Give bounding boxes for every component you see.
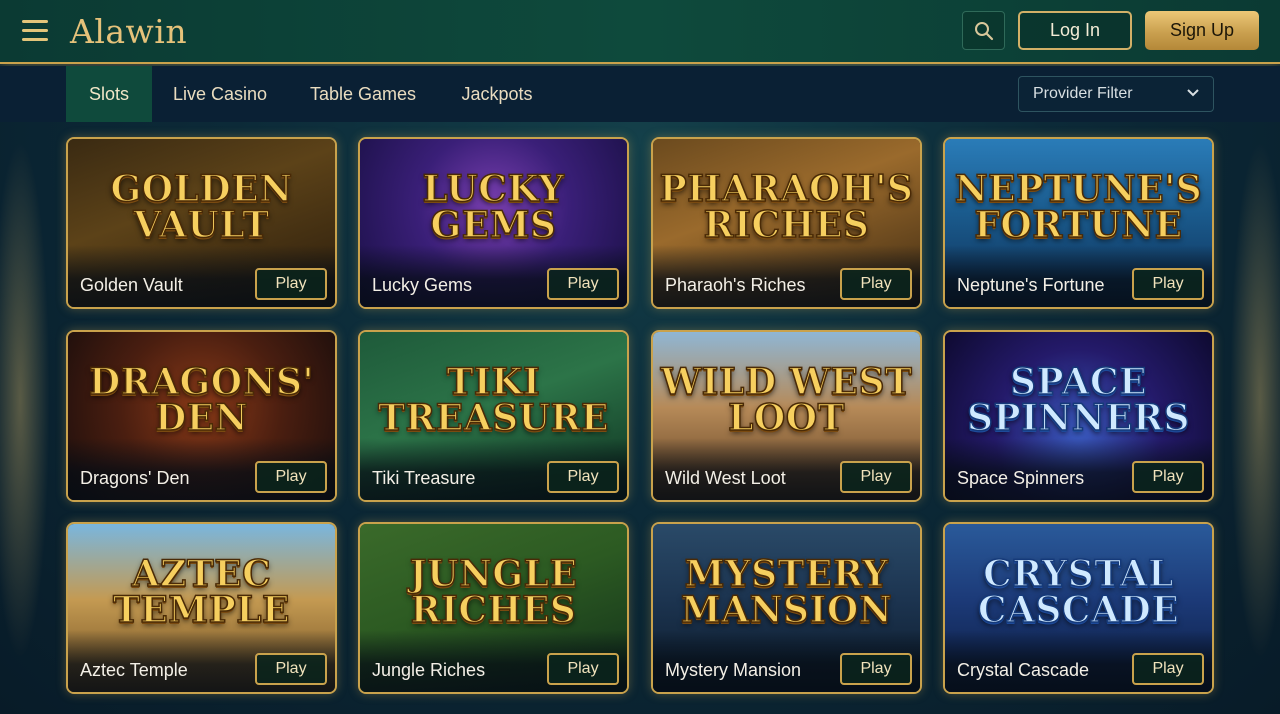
play-button[interactable]: Play	[255, 653, 327, 685]
game-art-title: LUCKY GEMS	[422, 168, 565, 246]
game-name: Dragons' Den	[80, 468, 190, 488]
game-name: Mystery Mansion	[665, 660, 802, 680]
game-art-title: CRYSTAL CASCADE	[977, 553, 1180, 631]
game-name: Wild West Loot	[665, 468, 786, 488]
play-button[interactable]: Play	[1132, 268, 1204, 300]
game-card[interactable]: JUNGLE RICHES Jungle Riches Play	[358, 522, 629, 694]
game-name: Tiki Treasure	[372, 468, 476, 488]
game-card[interactable]: NEPTUNE'S FORTUNE Neptune's Fortune Play	[943, 137, 1214, 309]
play-button[interactable]: Play	[547, 653, 619, 685]
game-name: Aztec Temple	[80, 660, 188, 680]
search-button[interactable]	[962, 11, 1005, 50]
game-art-title: WILD WEST LOOT	[660, 361, 913, 439]
site-logo[interactable]: Alawin	[70, 12, 187, 51]
game-art-title: GOLDEN VAULT	[110, 168, 293, 246]
play-button[interactable]: Play	[1132, 461, 1204, 493]
play-button[interactable]: Play	[840, 461, 912, 493]
game-name: Crystal Cascade	[957, 660, 1090, 680]
play-button[interactable]: Play	[255, 461, 327, 493]
game-card[interactable]: AZTEC TEMPLE Aztec Temple Play	[66, 522, 337, 694]
game-art-title: MYSTERY MANSION	[680, 553, 893, 631]
game-art-title: AZTEC TEMPLE	[112, 553, 290, 631]
login-button[interactable]: Log In	[1018, 11, 1132, 50]
tab-live-casino[interactable]: Live Casino	[160, 66, 280, 122]
game-card[interactable]: CRYSTAL CASCADE Crystal Cascade Play	[943, 522, 1214, 694]
game-name: Golden Vault	[80, 275, 183, 295]
provider-filter-dropdown[interactable]: Provider Filter	[1018, 76, 1214, 112]
chevron-down-icon	[1187, 89, 1199, 97]
play-button[interactable]: Play	[547, 461, 619, 493]
game-card[interactable]: TIKI TREASURE Tiki Treasure Play	[358, 330, 629, 502]
category-tabs: Slots Live Casino Table Games Jackpots P…	[0, 66, 1280, 122]
game-card[interactable]: SPACE SPINNERS Space Spinners Play	[943, 330, 1214, 502]
provider-filter-label: Provider Filter	[1033, 85, 1133, 102]
play-button[interactable]: Play	[255, 268, 327, 300]
game-name: Neptune's Fortune	[957, 275, 1105, 295]
game-name: Jungle Riches	[372, 660, 486, 680]
game-card[interactable]: GOLDEN VAULT Golden Vault Play	[66, 137, 337, 309]
game-card[interactable]: PHARAOH'S RICHES Pharaoh's Riches Play	[651, 137, 922, 309]
play-button[interactable]: Play	[1132, 653, 1204, 685]
tab-jackpots[interactable]: Jackpots	[446, 66, 548, 122]
right-light-beam	[1230, 140, 1280, 660]
tab-slots[interactable]: Slots	[66, 66, 152, 122]
hamburger-menu-icon[interactable]	[22, 20, 48, 42]
play-button[interactable]: Play	[840, 653, 912, 685]
game-card[interactable]: LUCKY GEMS Lucky Gems Play	[358, 137, 629, 309]
game-card[interactable]: DRAGONS' DEN Dragons' Den Play	[66, 330, 337, 502]
game-card[interactable]: MYSTERY MANSION Mystery Mansion Play	[651, 522, 922, 694]
game-art-title: DRAGONS' DEN	[88, 361, 315, 439]
left-light-beam	[0, 140, 50, 660]
game-art-title: NEPTUNE'S FORTUNE	[954, 168, 1203, 246]
play-button[interactable]: Play	[547, 268, 619, 300]
game-name: Lucky Gems	[372, 275, 473, 295]
tab-table-games[interactable]: Table Games	[298, 66, 428, 122]
site-header: Alawin Log In Sign Up	[0, 0, 1280, 64]
game-card[interactable]: WILD WEST LOOT Wild West Loot Play	[651, 330, 922, 502]
game-art-title: JUNGLE RICHES	[409, 553, 578, 631]
game-art-title: SPACE SPINNERS	[966, 361, 1191, 439]
game-name: Space Spinners	[957, 468, 1085, 488]
game-art-title: TIKI TREASURE	[377, 361, 609, 439]
search-icon	[975, 22, 994, 41]
game-art-title: PHARAOH'S RICHES	[659, 168, 914, 246]
signup-button[interactable]: Sign Up	[1145, 11, 1259, 50]
play-button[interactable]: Play	[840, 268, 912, 300]
game-name: Pharaoh's Riches	[665, 275, 806, 295]
